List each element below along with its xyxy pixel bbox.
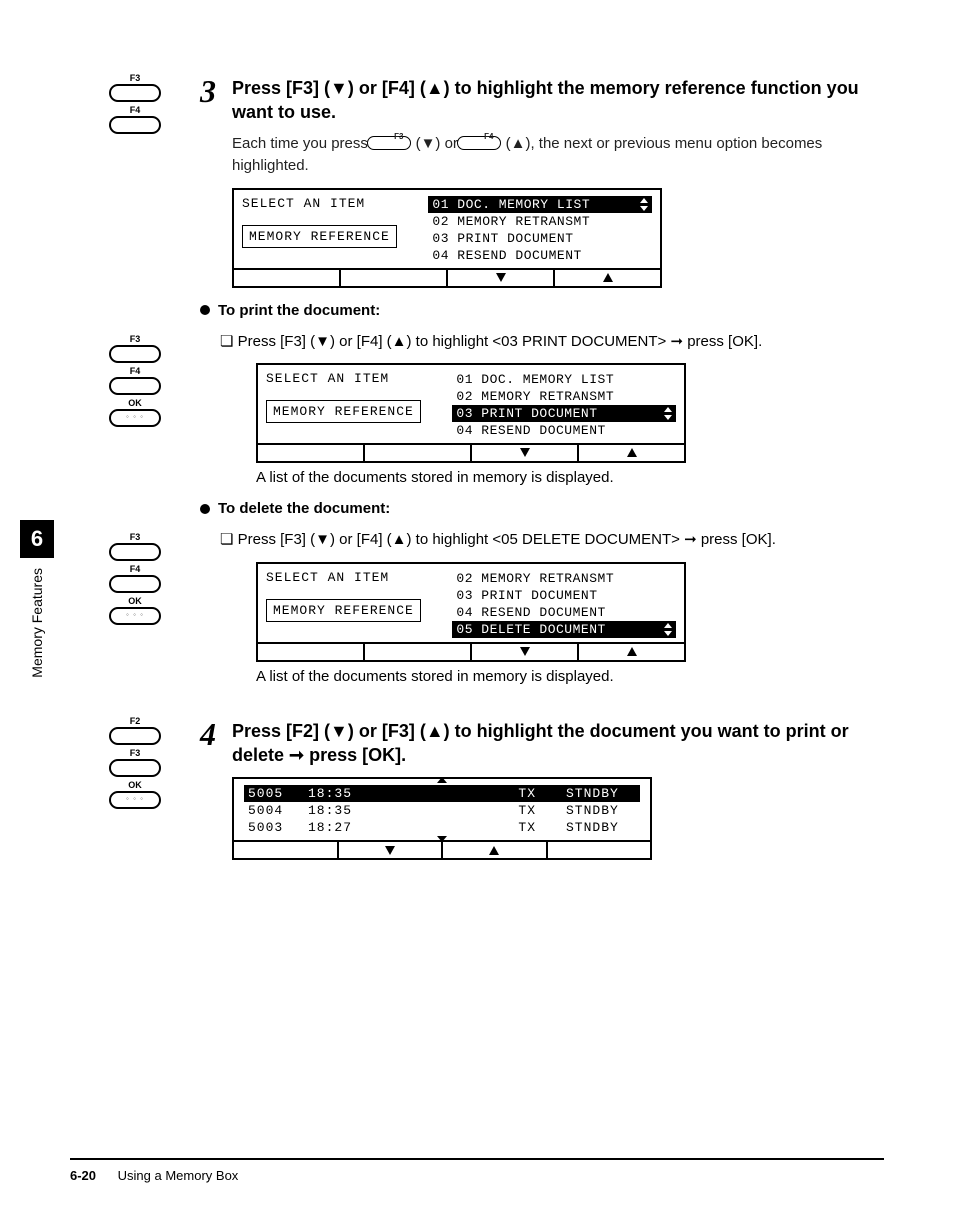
menu-item: 04 RESEND DOCUMENT (452, 422, 676, 439)
print-heading: To print the document: (200, 302, 884, 319)
delete-heading: To delete the document: (200, 500, 884, 517)
key-f4: F4 (109, 106, 161, 134)
menu-item: 01 DOC. MEMORY LIST (452, 371, 676, 388)
print-block: F3 F4 OK Press [F3] (▼) or [F4] (▲) to h… (70, 331, 884, 524)
step-3: F3 F4 3 Press [F3] (▼) or [F4] (▲) to hi… (70, 70, 884, 325)
delete-block: F3 F4 OK Press [F3] (▼) or [F4] (▲) to h… (70, 529, 884, 695)
menu-item: 02 MEMORY RETRANSMT (452, 388, 676, 405)
inline-key-f4: F4 (462, 136, 501, 150)
scroll-up-icon (437, 777, 447, 783)
key-f3: F3 (109, 74, 161, 102)
key-f3: F3 (109, 749, 161, 777)
footer-title: Using a Memory Box (118, 1168, 239, 1183)
softkey-down-icon (448, 270, 555, 286)
key-f4: F4 (109, 565, 161, 593)
print-instruction: Press [F3] (▼) or [F4] (▲) to highlight … (220, 331, 884, 354)
softkey-up-icon (579, 445, 684, 461)
print-caption: A list of the documents stored in memory… (256, 469, 884, 486)
softkey-blank (365, 445, 472, 461)
page-footer: 6-20 Using a Memory Box (70, 1158, 884, 1183)
key-f2: F2 (109, 717, 161, 745)
lcd-context-box: MEMORY REFERENCE (266, 400, 421, 423)
lcd-step3: SELECT AN ITEM MEMORY REFERENCE 01 DOC. … (232, 188, 662, 288)
menu-item: 03 PRINT DOCUMENT (428, 230, 652, 247)
menu-item: 04 RESEND DOCUMENT (428, 247, 652, 264)
softkey-down-icon (472, 644, 579, 660)
lcd-title: SELECT AN ITEM (266, 570, 446, 585)
softkey-blank (548, 842, 651, 858)
softkey-down-icon (472, 445, 579, 461)
page-number: 6-20 (70, 1168, 96, 1183)
document-row: 500418:35TXSTNDBY (244, 802, 640, 819)
softkey-up-icon (579, 644, 684, 660)
step-number-4: 4 (200, 713, 228, 768)
document-row: 500318:27TXSTNDBY (244, 819, 640, 836)
lcd-step4: 500518:35TXSTNDBY500418:35TXSTNDBY500318… (232, 777, 652, 860)
key-f3: F3 (109, 335, 161, 363)
menu-item: 03 PRINT DOCUMENT (452, 405, 676, 422)
lcd-print: SELECT AN ITEM MEMORY REFERENCE 01 DOC. … (256, 363, 686, 463)
softkey-blank (258, 445, 365, 461)
delete-caption: A list of the documents stored in memory… (256, 668, 884, 685)
key-f3: F3 (109, 533, 161, 561)
document-row: 500518:35TXSTNDBY (244, 785, 640, 802)
menu-item: 02 MEMORY RETRANSMT (428, 213, 652, 230)
lcd-delete: SELECT AN ITEM MEMORY REFERENCE 02 MEMOR… (256, 562, 686, 662)
delete-instruction: Press [F3] (▼) or [F4] (▲) to highlight … (220, 529, 884, 552)
key-f4: F4 (109, 367, 161, 395)
key-ok: OK (109, 399, 161, 427)
lcd-context-box: MEMORY REFERENCE (242, 225, 397, 248)
softkey-up-icon (555, 270, 660, 286)
lcd-title: SELECT AN ITEM (242, 196, 422, 211)
softkey-blank (258, 644, 365, 660)
softkey-blank (234, 842, 339, 858)
lcd-context-box: MEMORY REFERENCE (266, 599, 421, 622)
softkey-blank (365, 644, 472, 660)
step-3-body: Each time you press F3 (▼) or F4 (▲), th… (232, 133, 884, 178)
menu-item: 04 RESEND DOCUMENT (452, 604, 676, 621)
step-3-heading: Press [F3] (▼) or [F4] (▲) to highlight … (232, 70, 884, 125)
menu-item: 03 PRINT DOCUMENT (452, 587, 676, 604)
step-number-3: 3 (200, 70, 228, 125)
scroll-down-icon (437, 836, 447, 842)
softkey-blank (234, 270, 341, 286)
softkey-up-icon (443, 842, 548, 858)
softkey-blank (341, 270, 448, 286)
key-ok: OK (109, 597, 161, 625)
softkey-down-icon (339, 842, 444, 858)
menu-item: 02 MEMORY RETRANSMT (452, 570, 676, 587)
step-4: F2 F3 OK 4 Press [F2] (▼) or [F3] (▲) to… (70, 713, 884, 865)
inline-key-f3: F3 (372, 136, 411, 150)
step-4-heading: Press [F2] (▼) or [F3] (▲) to highlight … (232, 713, 884, 768)
menu-item: 01 DOC. MEMORY LIST (428, 196, 652, 213)
menu-item: 05 DELETE DOCUMENT (452, 621, 676, 638)
key-ok: OK (109, 781, 161, 809)
lcd-title: SELECT AN ITEM (266, 371, 446, 386)
